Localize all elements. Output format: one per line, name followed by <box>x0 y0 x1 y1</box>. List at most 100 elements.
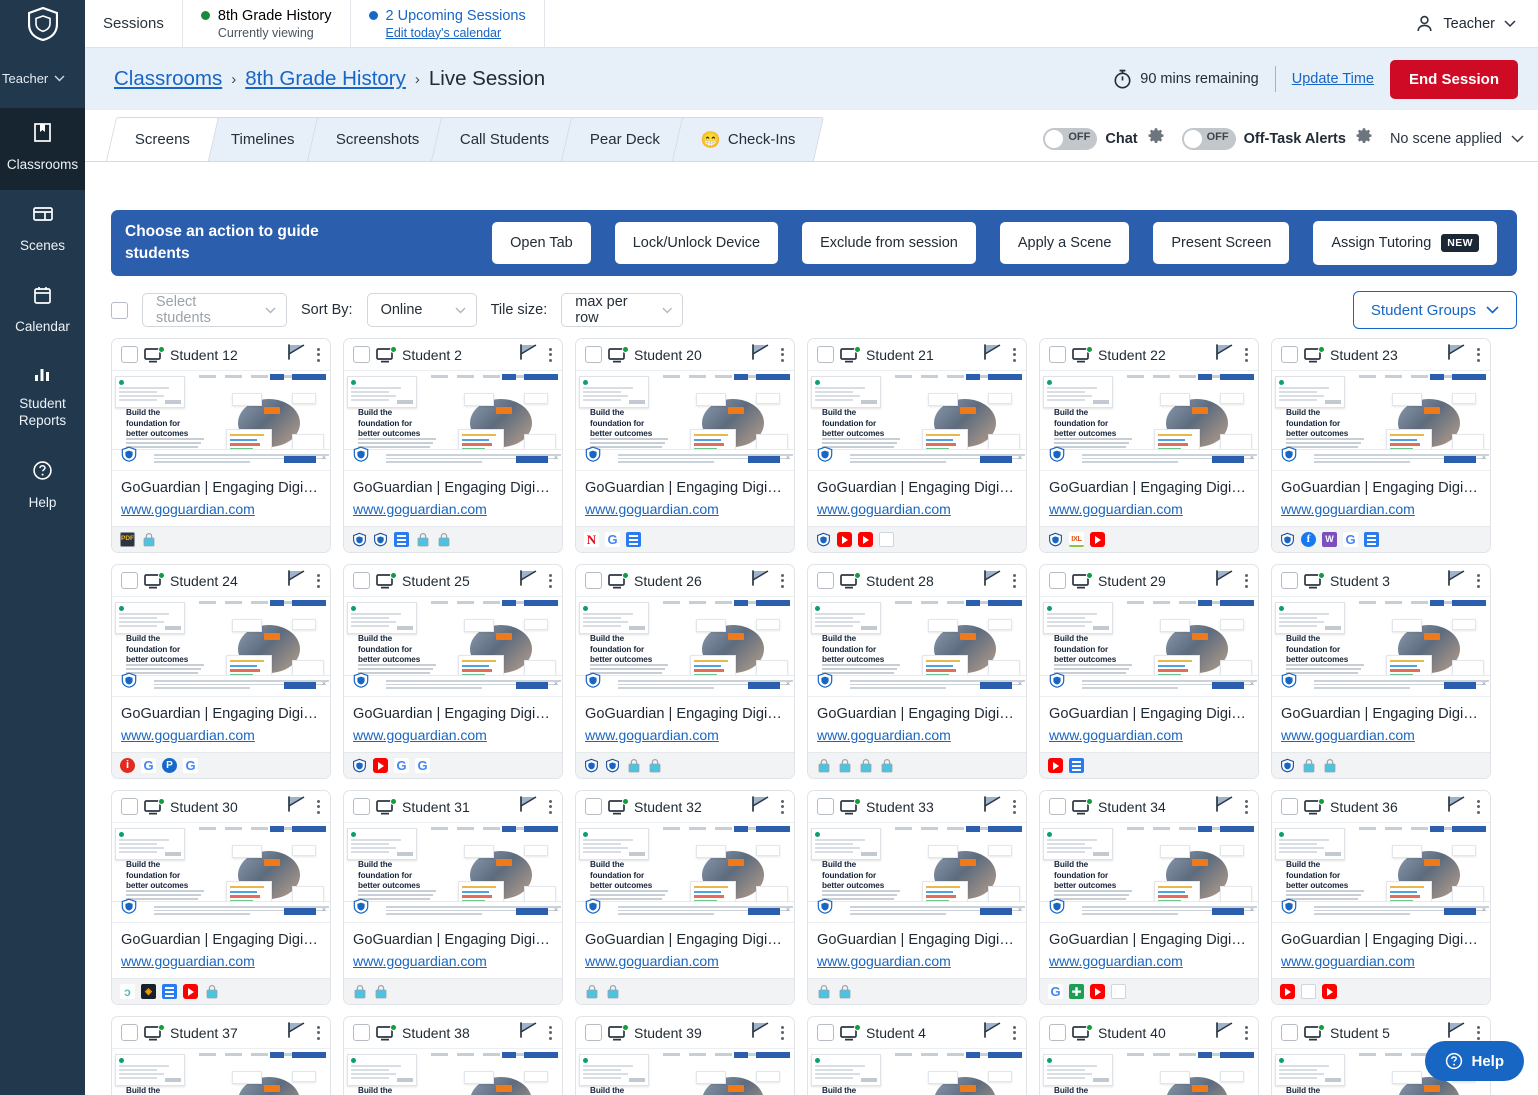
student-page-url[interactable]: www.goguardian.com <box>1272 948 1490 978</box>
flag-icon[interactable] <box>982 343 1004 366</box>
student-page-url[interactable]: www.goguardian.com <box>808 496 1026 526</box>
youtube-favicon[interactable] <box>1280 984 1295 999</box>
lock-favicon[interactable] <box>141 532 156 547</box>
student-select-checkbox[interactable] <box>1049 798 1066 815</box>
breadcrumb-item-class[interactable]: 8th Grade History <box>245 67 406 91</box>
student-screen-thumbnail[interactable]: Build the foundation for better outcomes… <box>808 1048 1026 1095</box>
blank-page-favicon[interactable] <box>1301 984 1316 999</box>
assign-tutoring-button[interactable]: Assign Tutoring NEW <box>1313 221 1497 265</box>
flag-icon[interactable] <box>518 795 540 818</box>
more-vertical-icon[interactable] <box>546 344 555 366</box>
more-vertical-icon[interactable] <box>314 570 323 592</box>
student-tile[interactable]: Student 29 Build the foundation for bett… <box>1039 564 1259 779</box>
lock-favicon[interactable] <box>352 984 367 999</box>
student-tile[interactable]: Student 3 Build the foundation for bette… <box>1271 564 1491 779</box>
sessions-nav-item[interactable]: Sessions <box>85 0 183 47</box>
student-tile[interactable]: Student 30 Build the foundation for bett… <box>111 790 331 1005</box>
student-select-checkbox[interactable] <box>1049 1024 1066 1041</box>
student-tile[interactable]: Student 24 Build the foundation for bett… <box>111 564 331 779</box>
student-select-checkbox[interactable] <box>353 798 370 815</box>
sidebar-item-scenes[interactable]: Scenes <box>0 190 85 271</box>
student-tile[interactable]: Student 12 Build the foundation for bett… <box>111 338 331 553</box>
google-favicon[interactable]: G <box>1048 984 1063 999</box>
flag-icon[interactable] <box>1214 343 1236 366</box>
ixl-favicon[interactable]: IXL <box>1069 532 1084 547</box>
student-select-checkbox[interactable] <box>585 346 602 363</box>
goguardian-favicon[interactable] <box>352 758 367 773</box>
lock-favicon[interactable] <box>204 984 219 999</box>
info-favicon[interactable]: i <box>120 758 135 773</box>
more-vertical-icon[interactable] <box>1242 1022 1251 1044</box>
more-vertical-icon[interactable] <box>1474 796 1483 818</box>
student-tile[interactable]: Student 37 Build the foundation for bett… <box>111 1016 331 1095</box>
student-tile[interactable]: Student 23 Build the foundation for bett… <box>1271 338 1491 553</box>
microsoft-word-favicon[interactable]: W <box>1322 532 1337 547</box>
update-time-link[interactable]: Update Time <box>1292 71 1374 87</box>
flag-icon[interactable] <box>518 1021 540 1044</box>
student-screen-thumbnail[interactable]: Build the foundation for better outcomes… <box>344 596 562 697</box>
student-screen-thumbnail[interactable]: Build the foundation for better outcomes… <box>576 1048 794 1095</box>
scene-selector[interactable]: No scene applied <box>1390 131 1524 147</box>
youtube-favicon[interactable] <box>837 532 852 547</box>
student-page-url[interactable]: www.goguardian.com <box>576 496 794 526</box>
student-screen-thumbnail[interactable]: Build the foundation for better outcomes… <box>808 370 1026 471</box>
lock-favicon[interactable] <box>837 758 852 773</box>
breadcrumb-item-classrooms[interactable]: Classrooms <box>114 67 222 91</box>
end-session-button[interactable]: End Session <box>1389 59 1518 99</box>
student-tile[interactable]: Student 28 Build the foundation for bett… <box>807 564 1027 779</box>
student-select-checkbox[interactable] <box>121 798 138 815</box>
student-page-url[interactable]: www.goguardian.com <box>1040 722 1258 752</box>
tab-call-students[interactable]: Call Students <box>430 117 579 161</box>
goguardian-favicon[interactable] <box>373 532 388 547</box>
student-select-checkbox[interactable] <box>121 572 138 589</box>
more-vertical-icon[interactable] <box>1474 344 1483 366</box>
lock-favicon[interactable] <box>647 758 662 773</box>
google-docs-favicon[interactable] <box>162 984 177 999</box>
goguardian-favicon[interactable] <box>1280 758 1295 773</box>
student-select-checkbox[interactable] <box>121 1024 138 1041</box>
student-page-url[interactable]: www.goguardian.com <box>1272 496 1490 526</box>
more-vertical-icon[interactable] <box>778 796 787 818</box>
pdf-favicon[interactable]: PDF <box>120 532 135 547</box>
lock-favicon[interactable] <box>879 758 894 773</box>
google-favicon[interactable]: G <box>1343 532 1358 547</box>
student-screen-thumbnail[interactable]: Build the foundation for better outcomes… <box>1272 596 1490 697</box>
student-screen-thumbnail[interactable]: Build the foundation for better outcomes… <box>112 1048 330 1095</box>
student-tile[interactable]: Student 33 Build the foundation for bett… <box>807 790 1027 1005</box>
student-screen-thumbnail[interactable]: Build the foundation for better outcomes… <box>808 822 1026 923</box>
student-tile[interactable]: Student 20 Build the foundation for bett… <box>575 338 795 553</box>
student-select-checkbox[interactable] <box>817 572 834 589</box>
sidebar-item-help[interactable]: Help <box>0 446 85 528</box>
flag-icon[interactable] <box>1446 795 1468 818</box>
student-screen-thumbnail[interactable]: Build the foundation for better outcomes… <box>344 370 562 471</box>
student-select-checkbox[interactable] <box>1281 1024 1298 1041</box>
student-tile[interactable]: Student 21 Build the foundation for bett… <box>807 338 1027 553</box>
student-screen-thumbnail[interactable]: Build the foundation for better outcomes… <box>576 370 794 471</box>
student-page-url[interactable]: www.goguardian.com <box>344 496 562 526</box>
lock-favicon[interactable] <box>816 984 831 999</box>
student-screen-thumbnail[interactable]: Build the foundation for better outcomes… <box>1040 596 1258 697</box>
google-docs-favicon[interactable] <box>626 532 641 547</box>
goguardian-favicon[interactable] <box>816 532 831 547</box>
sort-by-dropdown[interactable]: Online <box>366 293 477 327</box>
student-tile[interactable]: Student 39 Build the foundation for bett… <box>575 1016 795 1095</box>
blank-page-favicon[interactable] <box>1111 984 1126 999</box>
gear-icon[interactable] <box>1146 127 1165 151</box>
google-favicon[interactable]: G <box>605 532 620 547</box>
more-vertical-icon[interactable] <box>778 344 787 366</box>
flag-icon[interactable] <box>1214 795 1236 818</box>
goguardian-favicon[interactable] <box>1280 532 1295 547</box>
student-page-url[interactable]: www.goguardian.com <box>344 722 562 752</box>
student-select-checkbox[interactable] <box>1281 572 1298 589</box>
more-vertical-icon[interactable] <box>778 570 787 592</box>
orange-app-favicon[interactable]: ◈ <box>141 984 156 999</box>
google-docs-favicon[interactable] <box>1069 758 1084 773</box>
student-page-url[interactable]: www.goguardian.com <box>808 948 1026 978</box>
student-select-checkbox[interactable] <box>817 798 834 815</box>
gear-icon[interactable] <box>1354 127 1373 151</box>
student-page-url[interactable]: www.goguardian.com <box>576 722 794 752</box>
student-select-checkbox[interactable] <box>585 572 602 589</box>
flag-icon[interactable] <box>518 569 540 592</box>
tab-screens[interactable]: Screens <box>105 117 220 161</box>
student-select-checkbox[interactable] <box>585 798 602 815</box>
